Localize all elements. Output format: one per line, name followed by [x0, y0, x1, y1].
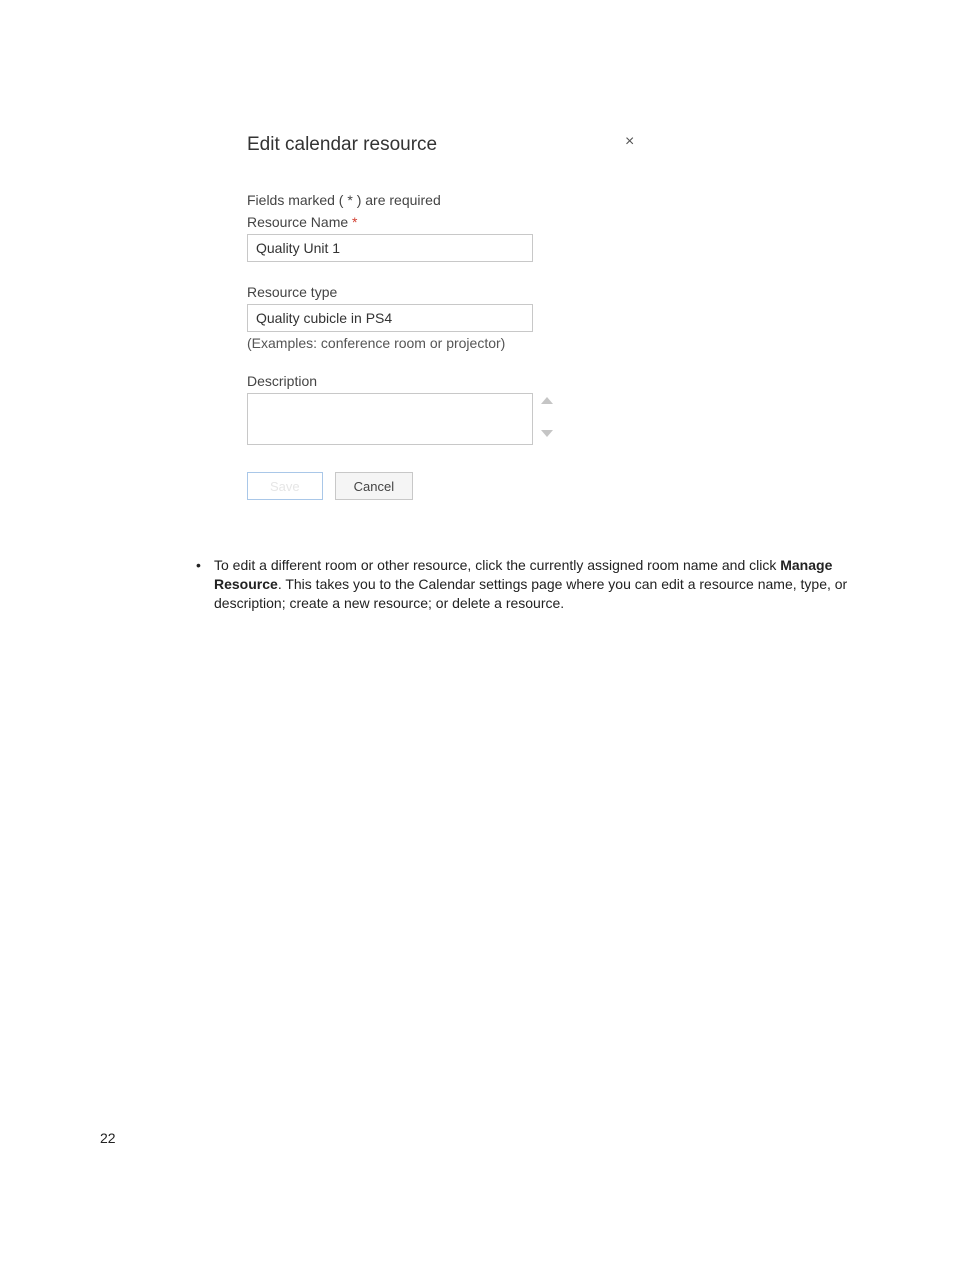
resource-name-label: Resource Name * [247, 214, 642, 230]
label-text: Resource Name [247, 214, 348, 230]
page-number: 22 [100, 1130, 116, 1146]
help-text-after: . This takes you to the Calendar setting… [214, 576, 847, 611]
resource-type-hint: (Examples: conference room or projector) [247, 335, 642, 351]
chevron-down-icon[interactable] [541, 430, 553, 437]
help-paragraph: • To edit a different room or other reso… [196, 556, 876, 613]
bullet-icon: • [196, 556, 214, 613]
textarea-spinner [541, 393, 553, 437]
resource-type-group: Resource type (Examples: conference room… [247, 284, 642, 351]
required-fields-note: Fields marked ( * ) are required [247, 192, 642, 208]
description-group: Description [247, 373, 642, 450]
help-text-body: To edit a different room or other resour… [214, 556, 876, 613]
resource-name-input[interactable] [247, 234, 533, 262]
help-text-before: To edit a different room or other resour… [214, 557, 780, 573]
resource-type-label: Resource type [247, 284, 642, 300]
dialog-buttons: Save Cancel [247, 472, 642, 500]
description-label: Description [247, 373, 642, 389]
chevron-up-icon[interactable] [541, 397, 553, 404]
resource-name-group: Resource Name * [247, 214, 642, 262]
edit-resource-dialog: Edit calendar resource Fields marked ( *… [247, 134, 642, 500]
resource-type-input[interactable] [247, 304, 533, 332]
dialog-title: Edit calendar resource [247, 134, 642, 156]
save-button[interactable]: Save [247, 472, 323, 500]
description-textarea[interactable] [247, 393, 533, 445]
required-star-icon: * [352, 214, 357, 230]
cancel-button[interactable]: Cancel [335, 472, 413, 500]
